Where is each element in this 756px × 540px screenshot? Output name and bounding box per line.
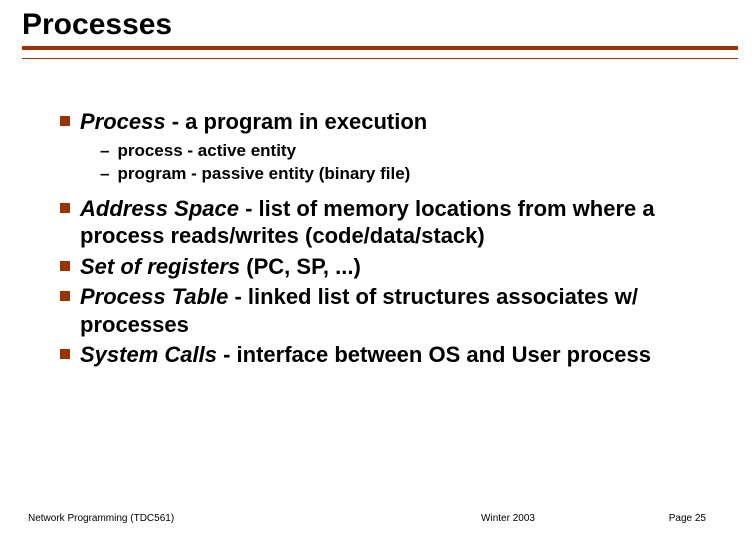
footer: Network Programming (TDC561) Winter 2003… [0,513,756,524]
square-bullet-icon [60,116,70,126]
bullet-5-rest: - interface between OS and User process [217,342,651,367]
bullet-1: Process - a program in execution [60,108,716,136]
bullet-3-rest: (PC, SP, ...) [240,254,361,279]
sub-bullet: – program - passive entity (binary file) [100,163,716,185]
footer-center: Winter 2003 [221,513,535,524]
bullet-2-text: Address Space - list of memory locations… [80,195,716,250]
square-bullet-icon [60,203,70,213]
slide-title: Processes [22,8,172,44]
slide: Processes Process - a program in executi… [0,0,756,540]
bullet-group-2: Address Space - list of memory locations… [60,195,716,369]
bullet-4: Process Table - linked list of structure… [60,283,716,338]
bullet-3-term: Set of registers [80,254,240,279]
thick-rule [22,46,738,50]
sub-bullet: – process - active entity [100,140,716,162]
bullet-1-term: Process [80,109,166,134]
dash-icon: – [100,140,109,162]
bullet-5: System Calls - interface between OS and … [60,341,716,369]
footer-center-wrap: Winter 2003 [0,513,756,524]
content-area: Process - a program in execution – proce… [0,46,756,369]
square-bullet-icon [60,261,70,271]
bullet-1-rest: - a program in execution [166,109,428,134]
bullet-2-term: Address Space [80,196,239,221]
bullet-1-text: Process - a program in execution [80,108,427,136]
title-bar: Processes [0,0,756,44]
bullet-3: Set of registers (PC, SP, ...) [60,253,716,281]
sub-bullet-text: process - active entity [117,140,296,162]
bullet-5-term: System Calls [80,342,217,367]
bullet-5-text: System Calls - interface between OS and … [80,341,651,369]
bullet-1-subgroup: – process - active entity – program - pa… [100,140,716,185]
bullet-2: Address Space - list of memory locations… [60,195,716,250]
square-bullet-icon [60,291,70,301]
bullet-3-text: Set of registers (PC, SP, ...) [80,253,361,281]
thin-rule [22,58,738,59]
bullet-4-term: Process Table [80,284,228,309]
bullet-4-text: Process Table - linked list of structure… [80,283,716,338]
sub-bullet-text: program - passive entity (binary file) [117,163,410,185]
dash-icon: – [100,163,109,185]
square-bullet-icon [60,349,70,359]
